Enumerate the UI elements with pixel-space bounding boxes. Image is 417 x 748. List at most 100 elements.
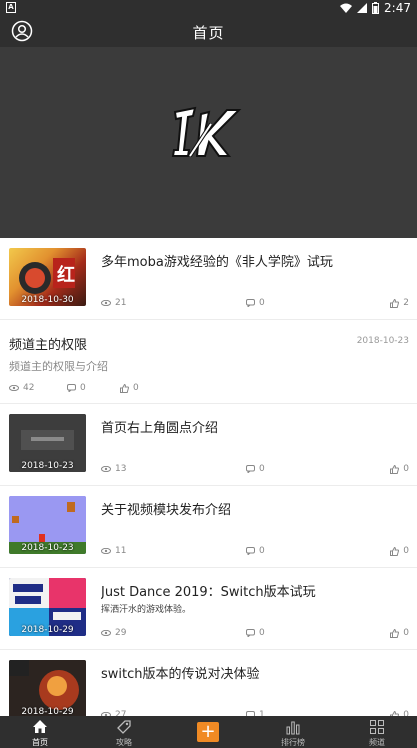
app-header: 首页 — [0, 16, 417, 47]
view-count-value: 11 — [115, 546, 127, 556]
view-count-value: 13 — [115, 464, 127, 474]
feed-item[interactable]: 2018-10-29 Just Dance 2019：Switch版本试玩 挥洒… — [0, 568, 417, 650]
like-count-value: 0 — [403, 546, 409, 556]
comment-count[interactable]: 0 — [67, 383, 86, 393]
comment-count[interactable]: 0 — [246, 628, 265, 638]
thumbs-up-icon — [390, 546, 400, 556]
nav-home-label: 首页 — [32, 738, 48, 747]
comment-count[interactable]: 0 — [246, 546, 265, 556]
battery-icon — [372, 2, 380, 14]
grid-icon — [370, 720, 384, 734]
item-stats: 29 0 0 — [101, 628, 409, 640]
thumbnail-date: 2018-10-23 — [21, 461, 74, 471]
comment-count[interactable]: 0 — [246, 298, 265, 308]
feed-item[interactable]: 2018-10-23 首页右上角圆点介绍 13 0 0 — [0, 404, 417, 486]
video-thumbnail[interactable]: 2018-10-23 — [9, 414, 86, 472]
eye-icon — [9, 385, 19, 391]
bar-chart-icon — [286, 721, 300, 735]
item-title[interactable]: 关于视频模块发布介绍 — [101, 499, 403, 518]
item-stats: 13 0 0 — [101, 464, 409, 476]
status-bar: A 2:47 — [0, 0, 417, 16]
clock: 2:47 — [384, 1, 411, 15]
nav-ranking-label: 排行榜 — [281, 738, 305, 747]
signal-icon — [357, 3, 368, 13]
eye-icon — [101, 300, 111, 306]
item-title[interactable]: 多年moba游戏经验的《非人学院》试玩 — [101, 251, 403, 270]
video-thumbnail[interactable]: 2018-10-23 — [9, 496, 86, 554]
item-stats: 11 0 0 — [101, 546, 409, 558]
like-count-value: 0 — [133, 383, 139, 393]
comment-icon — [246, 465, 255, 473]
comment-count-value: 0 — [259, 298, 265, 308]
nav-channels[interactable]: 频道 — [347, 716, 407, 748]
eye-icon — [101, 630, 111, 636]
tag-icon — [117, 720, 131, 734]
plus-icon: + — [200, 721, 216, 742]
thumbs-up-icon — [390, 298, 400, 308]
thumbs-up-icon — [120, 383, 129, 393]
view-count: 21 — [101, 298, 126, 308]
brand-logo — [171, 106, 242, 158]
view-count: 29 — [101, 628, 126, 638]
item-title[interactable]: switch版本的传说对决体验 — [101, 663, 403, 682]
thumbnail-date: 2018-10-23 — [21, 543, 74, 553]
eye-icon — [101, 466, 111, 472]
thumbnail-date: 2018-10-30 — [21, 295, 74, 305]
eye-icon — [101, 548, 111, 554]
comment-icon — [246, 547, 255, 555]
feed-item[interactable]: 频道主的权限 2018-10-23 频道主的权限与介绍 42 0 0 — [0, 320, 417, 404]
comment-icon — [246, 629, 255, 637]
nav-guides-label: 攻略 — [116, 738, 132, 747]
comment-count-value: 0 — [259, 628, 265, 638]
home-icon — [33, 720, 47, 733]
page-title: 首页 — [192, 24, 225, 42]
like-count[interactable]: 0 — [390, 464, 409, 474]
view-count: 13 — [101, 464, 126, 474]
view-count-value: 21 — [115, 298, 127, 308]
comment-count-value: 0 — [80, 383, 86, 393]
nav-guides[interactable]: 攻略 — [94, 716, 154, 748]
feed-list: 红 2018-10-30 多年moba游戏经验的《非人学院》试玩 21 0 2 … — [0, 238, 417, 716]
video-thumbnail[interactable]: 红 2018-10-30 — [9, 248, 86, 306]
like-count[interactable]: 2 — [390, 298, 409, 308]
feed-item[interactable]: 2018-10-29 switch版本的传说对决体验 27 1 0 — [0, 650, 417, 716]
notification-icon: A — [6, 2, 16, 13]
thumbnail-date: 2018-10-29 — [21, 625, 74, 635]
thumbs-up-icon — [390, 464, 400, 474]
comment-icon — [67, 384, 76, 392]
banner[interactable] — [0, 47, 417, 238]
comment-count-value: 0 — [259, 464, 265, 474]
item-stats: 21 0 2 — [101, 298, 409, 310]
like-count[interactable]: 0 — [390, 546, 409, 556]
thumbnail-date: 2018-10-29 — [21, 707, 74, 716]
like-count[interactable]: 0 — [120, 383, 139, 393]
item-title[interactable]: Just Dance 2019：Switch版本试玩 — [101, 581, 403, 600]
comment-count[interactable]: 0 — [246, 464, 265, 474]
thumbs-up-icon — [390, 628, 400, 638]
view-count-value: 42 — [23, 383, 35, 393]
view-count: 11 — [101, 546, 126, 556]
item-date: 2018-10-23 — [356, 336, 409, 346]
view-count-value: 29 — [115, 628, 127, 638]
bottom-nav: 首页 攻略 + 排行榜 频道 — [0, 716, 417, 748]
item-title[interactable]: 频道主的权限 — [9, 334, 87, 353]
comment-icon — [246, 299, 255, 307]
comment-count-value: 0 — [259, 546, 265, 556]
item-description: 频道主的权限与介绍 — [9, 360, 108, 373]
video-thumbnail[interactable]: 2018-10-29 — [9, 660, 86, 716]
feed-item[interactable]: 红 2018-10-30 多年moba游戏经验的《非人学院》试玩 21 0 2 — [0, 238, 417, 320]
like-count-value: 2 — [403, 298, 409, 308]
item-description: 挥洒汗水的游戏体验。 — [101, 605, 192, 615]
like-count[interactable]: 0 — [390, 628, 409, 638]
nav-ranking[interactable]: 排行榜 — [263, 716, 323, 748]
nav-home[interactable]: 首页 — [10, 716, 70, 748]
svg-text:红: 红 — [57, 264, 75, 286]
add-post-button[interactable]: + — [197, 722, 219, 742]
item-title[interactable]: 首页右上角圆点介绍 — [101, 417, 403, 436]
feed-item[interactable]: 2018-10-23 关于视频模块发布介绍 11 0 0 — [0, 486, 417, 568]
item-stats: 42 0 0 — [9, 383, 209, 395]
wifi-icon — [340, 3, 353, 13]
view-count: 42 — [9, 383, 34, 393]
video-thumbnail[interactable]: 2018-10-29 — [9, 578, 86, 636]
like-count-value: 0 — [403, 464, 409, 474]
